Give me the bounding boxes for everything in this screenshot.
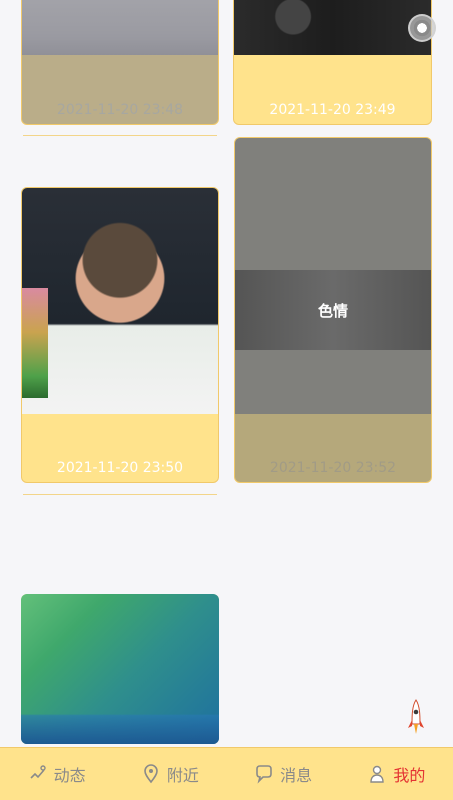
- gear-icon[interactable]: [408, 14, 436, 42]
- tab-label: 附近: [166, 766, 199, 785]
- post-card[interactable]: 色情 2021-11-20 23:52: [234, 137, 432, 483]
- message-bubble-icon: [254, 764, 274, 784]
- image-detail: [22, 288, 48, 398]
- post-card[interactable]: 2021-11-20 23:48: [21, 0, 219, 125]
- user-icon: [367, 764, 387, 784]
- post-card[interactable]: 2021-11-20 23:50: [21, 187, 219, 483]
- tab-label: 动态: [53, 766, 86, 785]
- post-time: 2021-11-20 23:52: [269, 460, 397, 476]
- post-card[interactable]: [21, 594, 219, 744]
- rocket-icon[interactable]: [406, 698, 426, 738]
- post-image: [234, 0, 431, 55]
- post-time: 2021-11-20 23:49: [269, 102, 396, 118]
- post-image: [21, 594, 219, 744]
- app-screen: 2021-11-20 23:48 2021-11-20 23:49 2021-1…: [0, 0, 453, 800]
- divider: [23, 494, 217, 495]
- divider: [23, 135, 217, 136]
- tab-label: 我的: [393, 766, 426, 785]
- location-pin-icon: [141, 764, 161, 784]
- post-time: 2021-11-20 23:48: [56, 102, 184, 118]
- post-time: 2021-11-20 23:50: [56, 460, 184, 476]
- moments-icon: [28, 764, 48, 784]
- tab-moments[interactable]: 动态: [28, 762, 86, 786]
- tab-profile[interactable]: 我的: [367, 762, 425, 786]
- blocked-content-label: 色情: [235, 270, 431, 350]
- tab-messages[interactable]: 消息: [254, 762, 312, 786]
- tab-nearby[interactable]: 附近: [141, 762, 199, 786]
- tab-label: 消息: [280, 766, 313, 785]
- post-card[interactable]: 2021-11-20 23:49: [233, 0, 432, 125]
- bottom-tab-bar: 动态 附近 消息 我的: [0, 747, 453, 800]
- post-image: [22, 188, 218, 414]
